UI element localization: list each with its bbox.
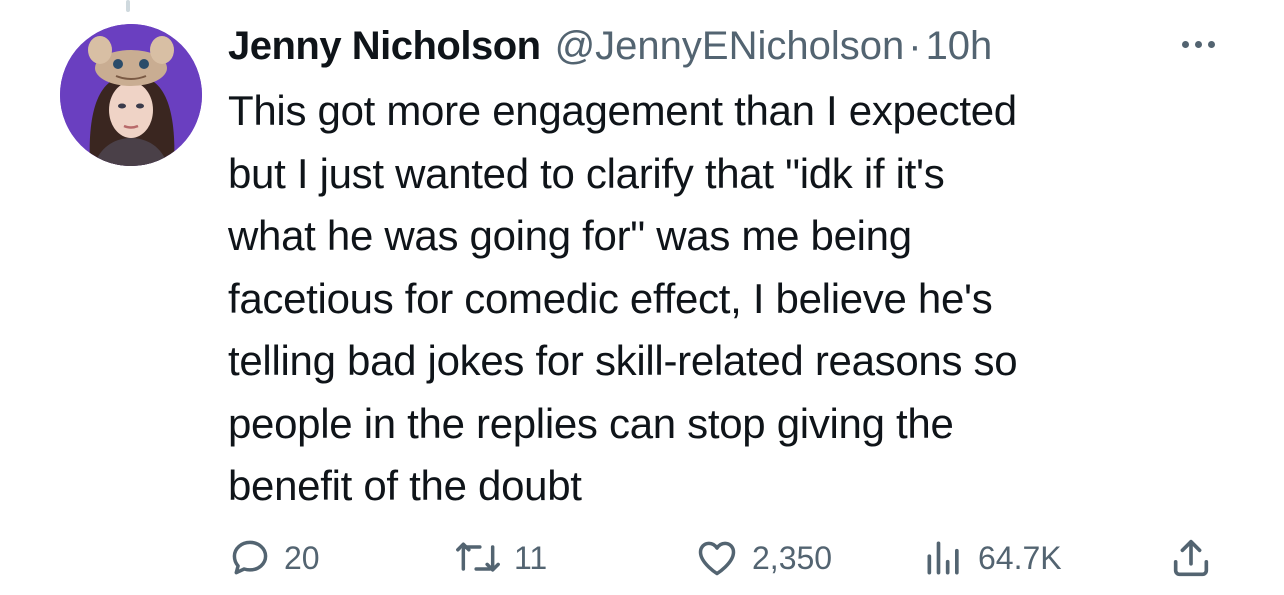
thread-connector-line [126,0,130,12]
views-icon [927,541,959,575]
author-name[interactable]: Jenny Nicholson [228,24,541,69]
tweet-text: This got more engagement than I expected… [228,87,1018,509]
retweet-button[interactable]: 11 [454,530,547,586]
avatar-image [60,24,202,166]
more-icon[interactable] [1174,26,1222,62]
views-count: 64.7K [978,539,1062,576]
avatar[interactable] [60,24,202,166]
action-bar: 20 11 2,350 64.7K [228,530,1228,586]
more-dot [1207,40,1215,48]
separator: · [908,23,922,68]
reply-icon [232,540,268,575]
views-button[interactable]: 64.7K [922,530,1062,586]
retweet-count: 11 [514,539,548,576]
timestamp[interactable]: 10h [926,24,993,69]
more-dot [1181,40,1189,48]
share-button[interactable] [1168,530,1214,586]
like-button[interactable]: 2,350 [694,530,832,586]
more-dot [1194,40,1202,48]
like-count: 2,350 [752,539,833,576]
author-handle[interactable]: @JennyENicholson [555,24,905,69]
share-icon [1173,539,1209,577]
reply-button[interactable]: 20 [228,530,320,586]
retweet-icon [456,542,500,572]
tweet-header: Jenny Nicholson @JennyENicholson · 10h [228,18,1228,74]
reply-count: 20 [284,539,320,576]
heart-icon [698,541,736,576]
